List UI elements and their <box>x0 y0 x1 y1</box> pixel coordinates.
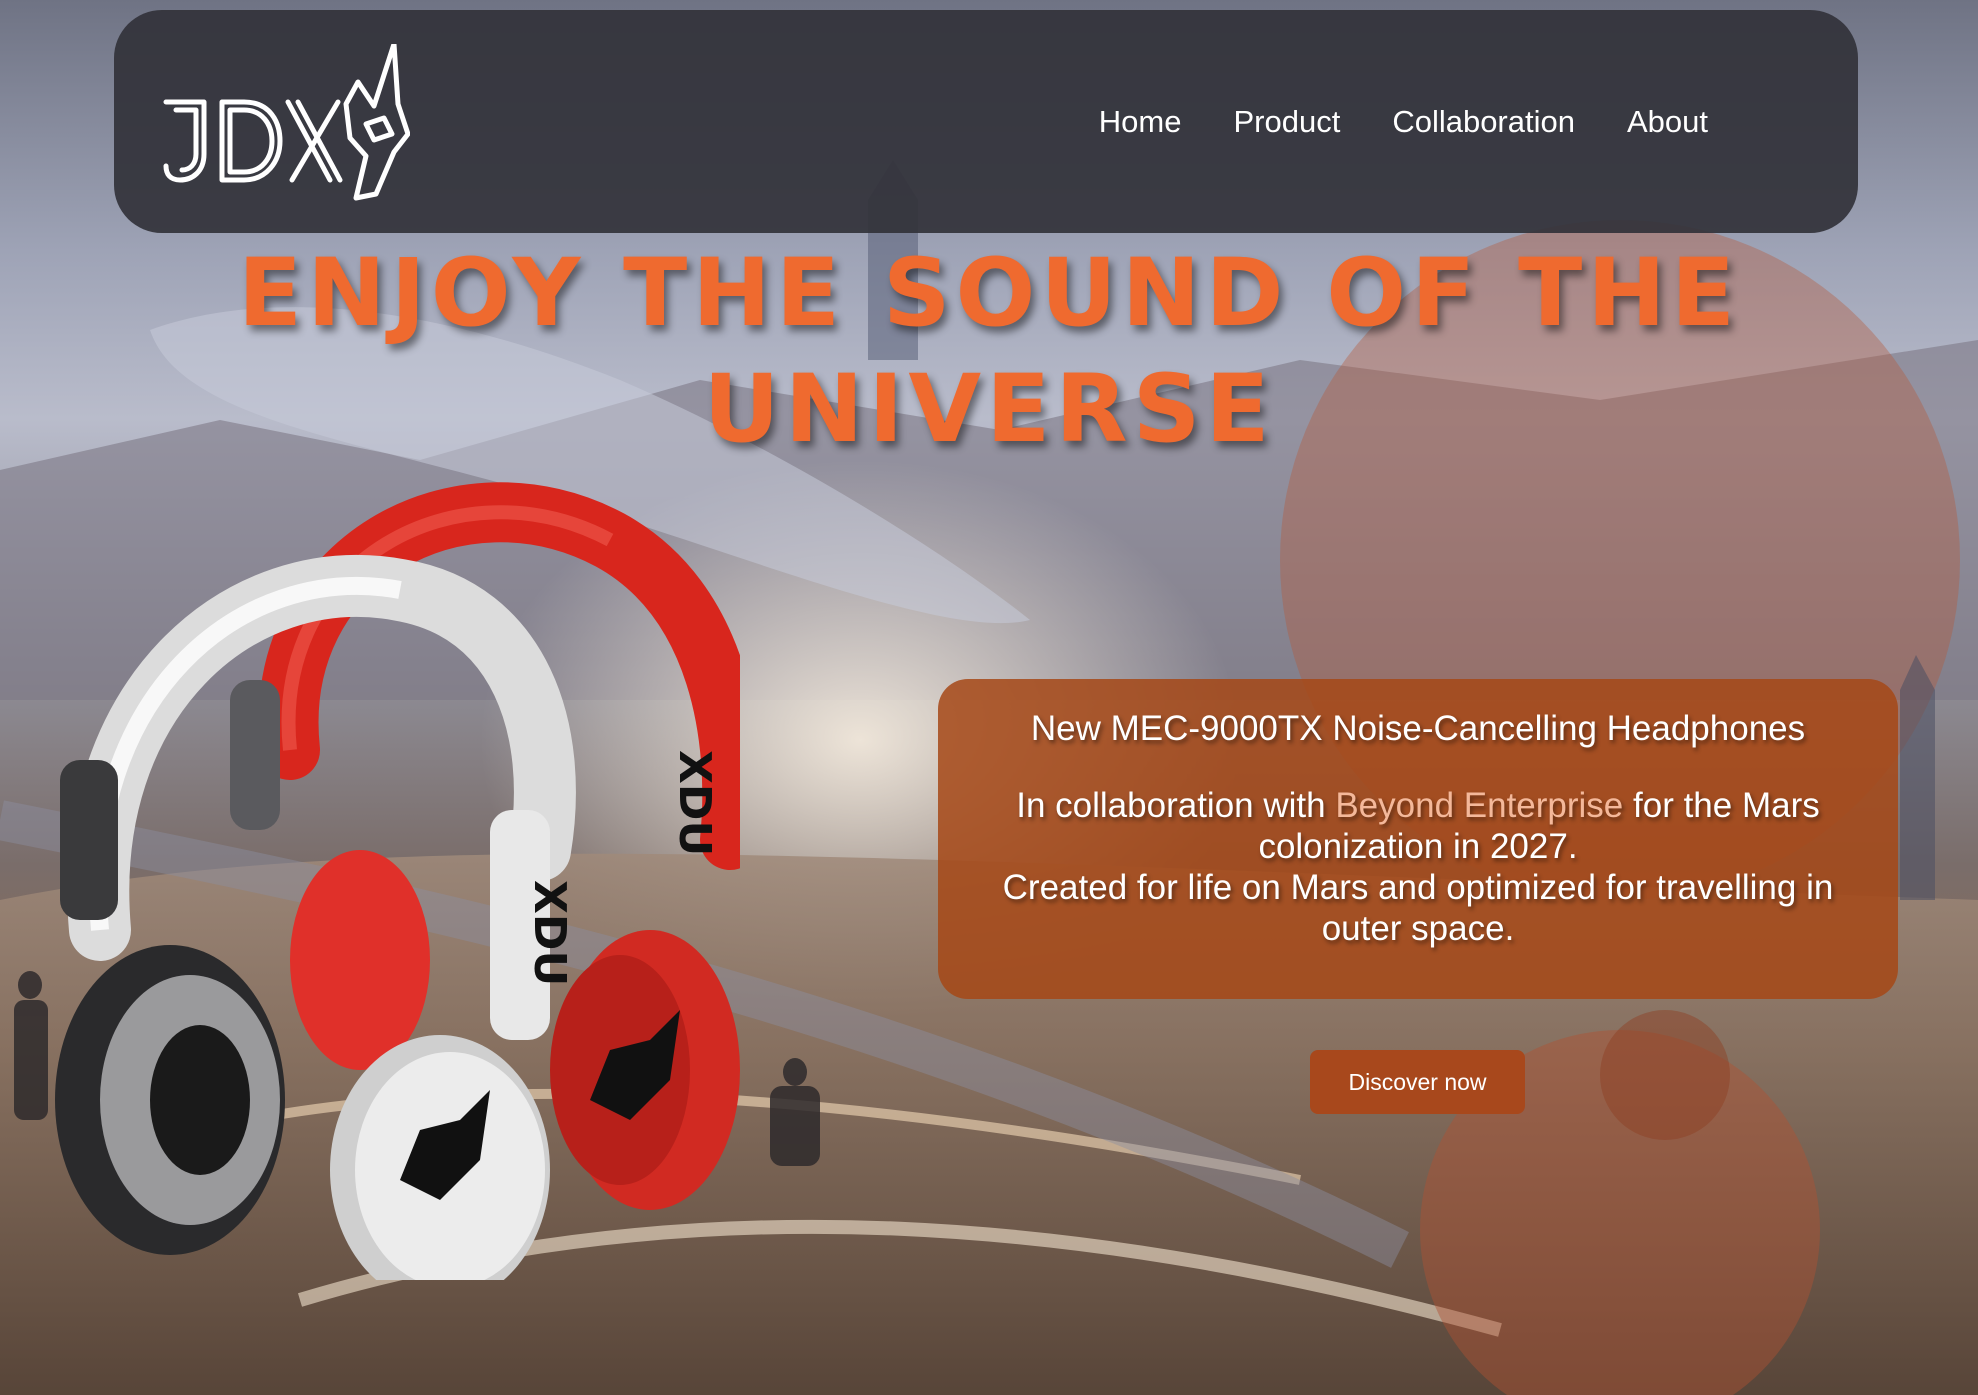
svg-text:XDU: XDU <box>524 880 575 986</box>
beyond-enterprise-link[interactable]: Beyond Enterprise <box>1335 786 1623 825</box>
jdx-wolf-logo[interactable] <box>162 44 410 204</box>
nav-about-link[interactable]: About <box>1627 104 1708 140</box>
hero-title: ENJOY THE SOUND OF THE UNIVERSE <box>0 236 1978 468</box>
headphones-product-image: XDU XDU <box>55 482 740 1280</box>
nav-product-link[interactable]: Product <box>1233 104 1340 140</box>
product-heading: New MEC-9000TX Noise-Cancelling Headphon… <box>1030 709 1806 748</box>
landing-page: XDU XDU Home Product Collaboration About… <box>0 0 1978 1395</box>
top-navbar: Home Product Collaboration About <box>114 10 1858 233</box>
nav-home-link[interactable]: Home <box>1099 104 1182 140</box>
svg-text:XDU: XDU <box>669 750 720 856</box>
nav-collaboration-link[interactable]: Collaboration <box>1392 104 1575 140</box>
description-mars-life: Created for life on Mars and optimized f… <box>1002 868 1834 948</box>
discover-now-button[interactable]: Discover now <box>1310 1050 1525 1114</box>
description-intro: In collaboration with <box>1016 786 1336 825</box>
product-description: In collaboration with Beyond Enterprise … <box>968 785 1868 949</box>
product-info-card: New MEC-9000TX Noise-Cancelling Headphon… <box>938 679 1898 999</box>
hero-title-line2: UNIVERSE <box>703 355 1275 464</box>
hero-title-line1: ENJOY THE SOUND OF THE <box>237 239 1741 348</box>
nav-links: Home Product Collaboration About <box>1099 10 1708 233</box>
